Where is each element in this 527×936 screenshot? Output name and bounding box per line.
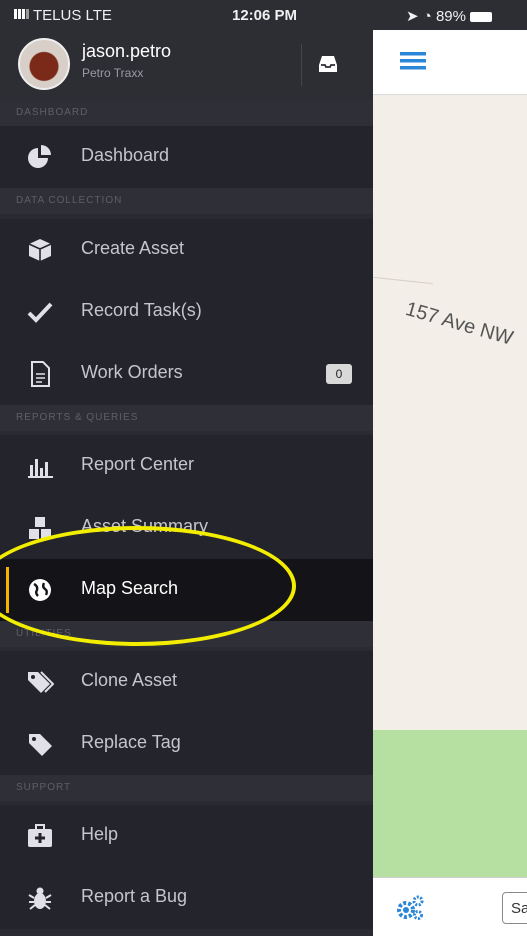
divider (301, 44, 302, 86)
checkmark-icon (27, 302, 53, 323)
menu-label: Help (81, 824, 119, 844)
menu-label: Report a Bug (81, 886, 188, 906)
battery-percent: 89% (435, 8, 466, 25)
menu-item-work-orders[interactable]: Work Orders 0 (0, 343, 373, 405)
hamburger-menu-icon[interactable] (400, 50, 426, 72)
section-dashboard: DASHBOARD (0, 100, 373, 126)
menu-label: Report Center (81, 454, 195, 474)
cube-icon (28, 239, 52, 261)
user-company: Petro Traxx (82, 66, 144, 80)
menu-item-replace-tag[interactable]: Replace Tag (0, 713, 373, 775)
menu-label: Replace Tag (81, 732, 181, 752)
clock: 12:06 PM (232, 7, 298, 24)
menu-label: Record Task(s) (81, 300, 202, 320)
gears-icon[interactable] (395, 894, 425, 922)
section-utilities: UTILITIES (0, 621, 373, 647)
signal-icon (14, 9, 30, 19)
park-area (373, 730, 527, 877)
menu-item-dashboard[interactable]: Dashboard (0, 126, 373, 188)
section-support: SUPPORT (0, 775, 373, 801)
road (373, 276, 433, 285)
user-name: jason.petro (82, 41, 172, 61)
menu-label: Dashboard (81, 145, 170, 165)
side-drawer: jason.petro Petro Traxx DASHBOARD Dashbo… (0, 30, 373, 936)
carrier: TELUS LTE (14, 7, 112, 24)
map-view[interactable]: 157 Ave NW Save (373, 30, 527, 936)
work-orders-count-badge: 0 (326, 364, 352, 384)
menu-item-report-bug[interactable]: Report a Bug (0, 867, 373, 929)
medkit-icon (28, 824, 52, 847)
menu-item-help[interactable]: Help (0, 805, 373, 867)
menu-label: Asset Summary (81, 516, 209, 536)
cubes-icon (29, 517, 51, 539)
menu-item-clone-asset[interactable]: Clone Asset (0, 651, 373, 713)
globe-icon (29, 579, 51, 601)
battery-icon (470, 12, 492, 22)
section-reports: REPORTS & QUERIES (0, 405, 373, 431)
menu-item-asset-summary[interactable]: Asset Summary (0, 497, 373, 559)
pie-chart-icon (28, 145, 51, 168)
menu-label: Work Orders (81, 362, 183, 382)
save-button[interactable]: Save (502, 892, 527, 924)
tag-icon (29, 734, 52, 756)
menu-label: Clone Asset (81, 670, 178, 690)
document-icon (31, 361, 50, 387)
status-right: ➤ ◔ 89% (406, 7, 492, 25)
tags-icon (28, 671, 54, 693)
road-label: 157 Ave NW (402, 298, 516, 350)
bar-chart-icon (28, 459, 53, 478)
section-data-collection: DATA COLLECTION (0, 188, 373, 214)
inbox-icon[interactable] (316, 52, 340, 76)
menu-item-create-asset[interactable]: Create Asset (0, 219, 373, 281)
menu-item-map-search[interactable]: Map Search (0, 559, 373, 621)
menu-label: Map Search (81, 578, 179, 598)
avatar (18, 38, 70, 90)
user-profile[interactable]: jason.petro Petro Traxx (0, 30, 373, 101)
map-top-bar (373, 30, 527, 95)
menu-label: Create Asset (81, 238, 185, 258)
status-bar: TELUS LTE 12:06 PM ➤ ◔ 89% (0, 0, 527, 30)
menu-item-record-tasks[interactable]: Record Task(s) (0, 281, 373, 343)
menu-item-report-center[interactable]: Report Center (0, 435, 373, 497)
map-bottom-bar: Save (373, 877, 527, 936)
bug-icon (28, 887, 52, 910)
